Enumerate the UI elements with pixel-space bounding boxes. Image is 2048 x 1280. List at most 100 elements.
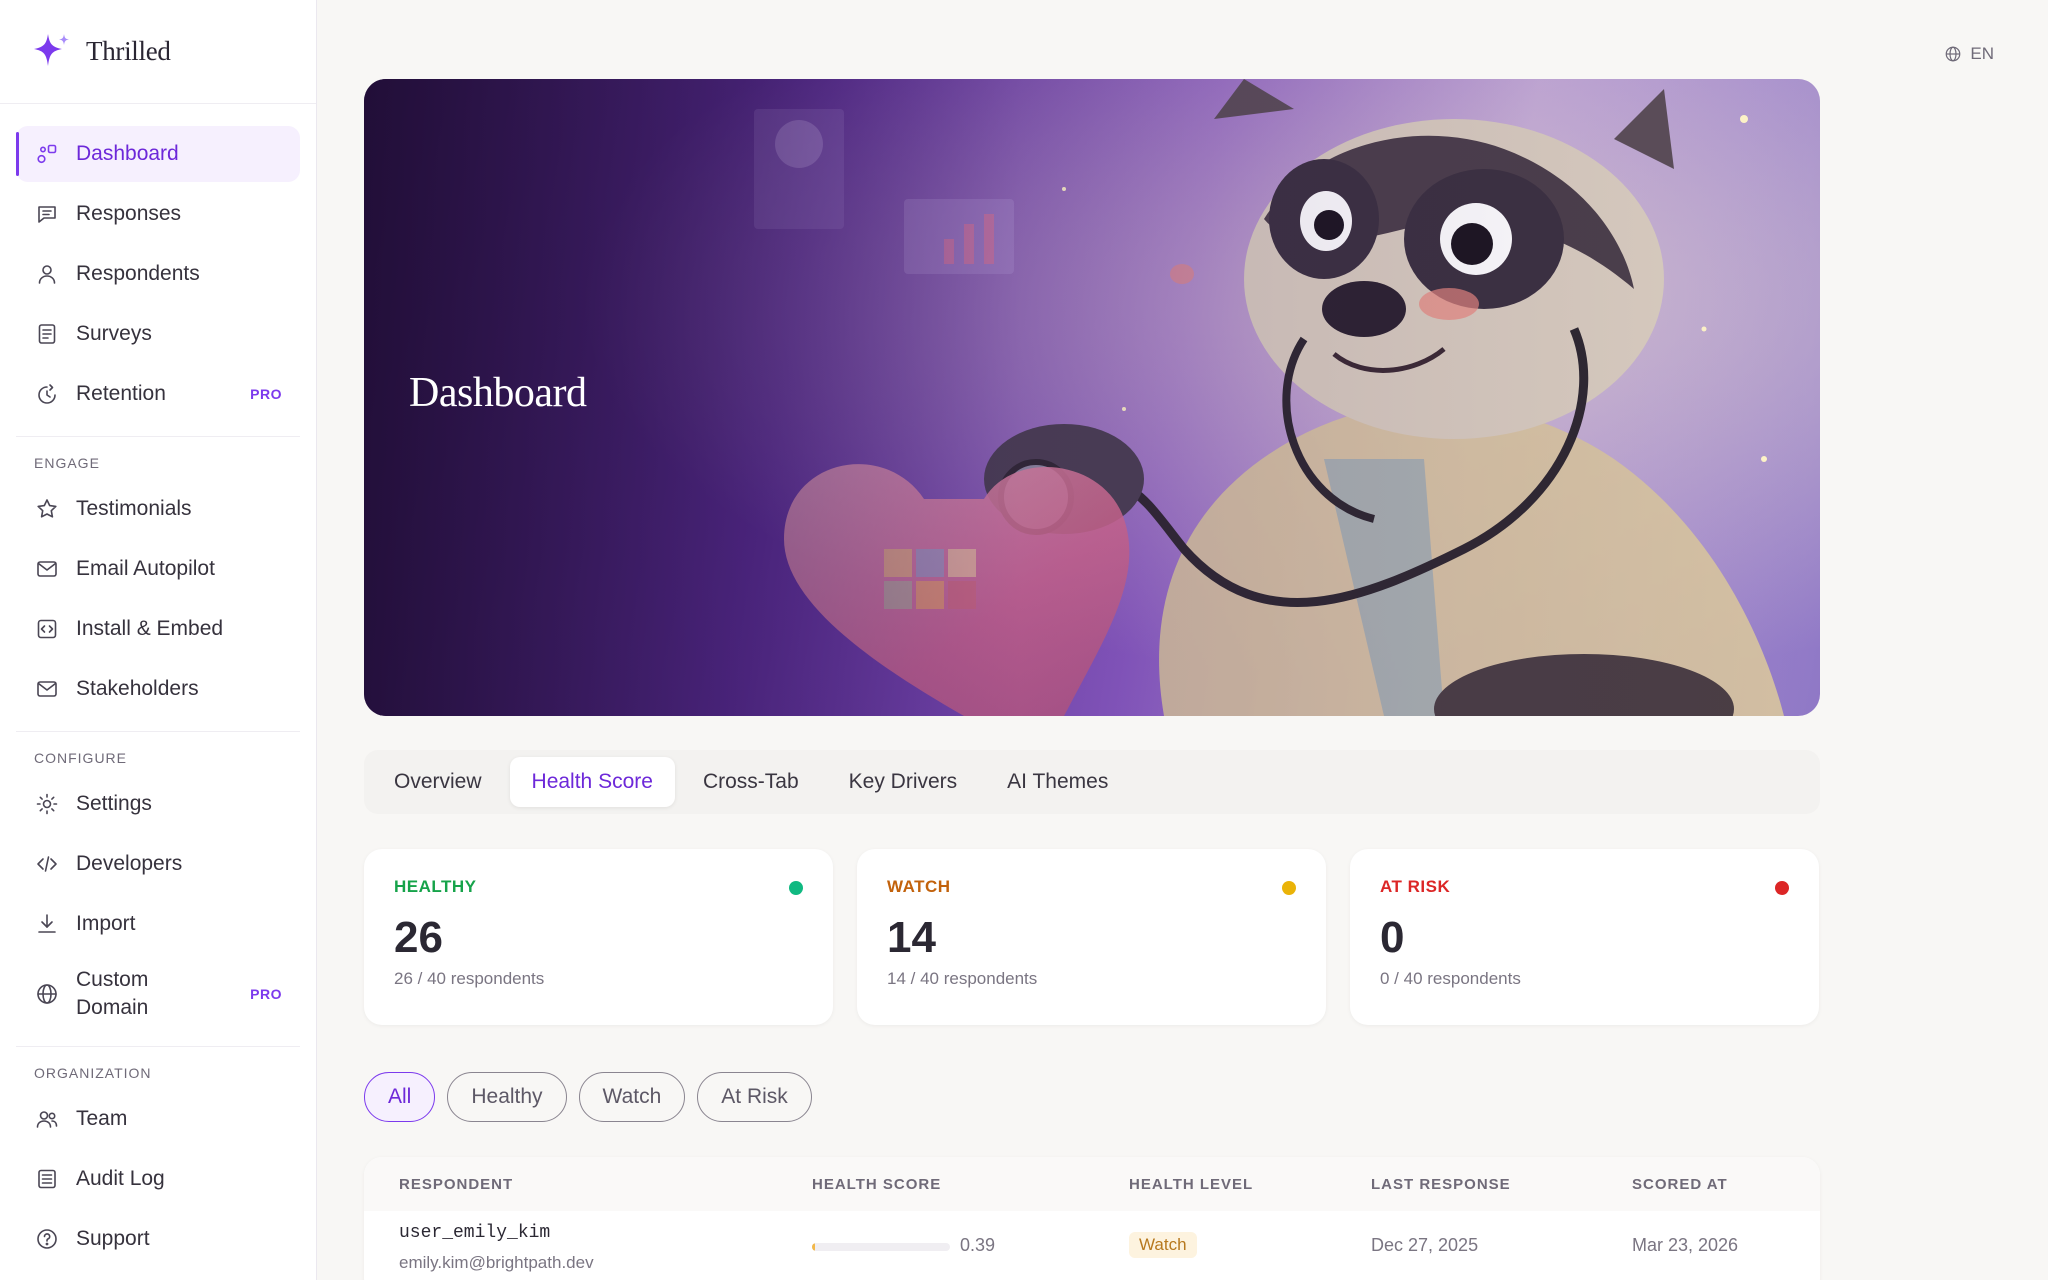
sidebar-item-label: Audit Log (76, 1167, 165, 1190)
status-dot (1282, 881, 1296, 895)
sidebar-item-support[interactable]: Support (16, 1211, 300, 1267)
tab-cross-tab[interactable]: Cross-Tab (681, 757, 821, 807)
sidebar-item-label: Email Autopilot (76, 557, 215, 580)
sidebar-item-respondents[interactable]: Respondents (16, 246, 300, 302)
column-header[interactable]: HEALTH SCORE (812, 1176, 941, 1193)
sidebar-item-label: Respondents (76, 262, 200, 285)
sidebar-item-import[interactable]: Import (16, 896, 300, 952)
sidebar-nav: Dashboard Responses Respondents Surveys … (0, 104, 316, 1267)
sidebar-item-label: Surveys (76, 322, 152, 345)
sidebar-item-label: Developers (76, 852, 183, 875)
section-label-organization: ORGANIZATION (34, 1065, 152, 1081)
health-score-bar (812, 1243, 950, 1251)
sidebar-item-developers[interactable]: Developers (16, 836, 300, 892)
sidebar-item-audit-log[interactable]: Audit Log (16, 1151, 300, 1207)
card-at-risk: AT RISK 0 0 / 40 respondents (1350, 849, 1819, 1025)
status-dot (789, 881, 803, 895)
code-box-icon (34, 616, 60, 642)
sidebar-item-dashboard[interactable]: Dashboard (16, 126, 300, 182)
divider (16, 436, 300, 437)
tab-health-score[interactable]: Health Score (509, 757, 675, 807)
download-icon (34, 911, 60, 937)
sidebar-item-stakeholders[interactable]: Stakeholders (16, 661, 300, 717)
document-icon (34, 321, 60, 347)
pro-badge: PRO (250, 386, 282, 402)
sidebar-item-label: Support (76, 1227, 150, 1250)
section-label-configure: CONFIGURE (34, 750, 127, 766)
card-value: 14 (887, 913, 936, 962)
sidebar-item-custom-domain[interactable]: Custom Domain PRO (16, 956, 300, 1032)
language-code: EN (1970, 44, 1994, 63)
sidebar-item-retention[interactable]: Retention PRO (16, 366, 300, 422)
dashboard-tabs: Overview Health Score Cross-Tab Key Driv… (364, 750, 1820, 814)
health-level-badge: Watch (1129, 1232, 1197, 1258)
column-header[interactable]: RESPONDENT (399, 1176, 513, 1193)
filter-all[interactable]: All (364, 1072, 436, 1122)
health-summary-cards: HEALTHY 26 26 / 40 respondents WATCH 14 … (364, 849, 1820, 1025)
health-score-table: RESPONDENT HEALTH SCORE HEALTH LEVEL LAS… (364, 1157, 1820, 1280)
sidebar-item-label: Install & Embed (76, 617, 224, 640)
hero-title: Dashboard (409, 370, 587, 416)
card-value: 0 (1380, 913, 1405, 962)
star-icon (34, 496, 60, 522)
sidebar-item-email-autopilot[interactable]: Email Autopilot (16, 541, 300, 597)
sidebar-item-label: Import (76, 912, 136, 935)
card-watch: WATCH 14 14 / 40 respondents (857, 849, 1326, 1025)
sidebar-item-team[interactable]: Team (16, 1091, 300, 1147)
mail-icon (34, 676, 60, 702)
sidebar-item-label: Settings (76, 792, 152, 815)
column-header[interactable]: SCORED AT (1632, 1176, 1728, 1193)
sidebar-item-testimonials[interactable]: Testimonials (16, 481, 300, 537)
sidebar: Thrilled Dashboard Responses Respondents… (0, 0, 317, 1280)
filter-healthy[interactable]: Healthy (447, 1072, 567, 1122)
sidebar-item-install-embed[interactable]: Install & Embed (16, 601, 300, 657)
divider (16, 1046, 300, 1047)
pro-badge: PRO (250, 986, 282, 1002)
column-header[interactable]: HEALTH LEVEL (1129, 1176, 1253, 1193)
chat-icon (34, 201, 60, 227)
respondent-id[interactable]: user_emily_kim (399, 1223, 550, 1243)
sidebar-item-label: Stakeholders (76, 677, 199, 700)
help-icon (34, 1226, 60, 1252)
globe-icon (34, 981, 60, 1007)
health-filter-group: All Healthy Watch At Risk (364, 1072, 812, 1122)
status-dot (1775, 881, 1789, 895)
user-icon (34, 261, 60, 287)
sidebar-item-settings[interactable]: Settings (16, 776, 300, 832)
card-subtext: 26 / 40 respondents (394, 969, 545, 988)
log-icon (34, 1166, 60, 1192)
card-healthy: HEALTHY 26 26 / 40 respondents (364, 849, 833, 1025)
brand[interactable]: Thrilled (0, 0, 316, 104)
sidebar-item-label: Retention (76, 382, 166, 405)
table-row[interactable]: user_emily_kim emily.kim@brightpath.dev … (364, 1211, 1820, 1280)
language-selector[interactable]: EN (1944, 44, 1994, 64)
globe-icon (1946, 46, 1961, 62)
health-score-bar-fill (812, 1243, 815, 1251)
tab-overview[interactable]: Overview (372, 757, 504, 807)
code-icon (34, 851, 60, 877)
sidebar-item-responses[interactable]: Responses (16, 186, 300, 242)
gear-icon (34, 791, 60, 817)
card-label: WATCH (887, 877, 951, 896)
tab-ai-themes[interactable]: AI Themes (985, 757, 1130, 807)
sidebar-item-label: Custom Domain (76, 968, 149, 1019)
sidebar-item-surveys[interactable]: Surveys (16, 306, 300, 362)
card-label: HEALTHY (394, 877, 477, 896)
respondent-email: emily.kim@brightpath.dev (399, 1253, 594, 1272)
sidebar-item-label: Team (76, 1107, 128, 1130)
sidebar-item-label: Dashboard (76, 142, 179, 165)
retention-icon (34, 381, 60, 407)
sidebar-item-label: Responses (76, 202, 182, 225)
tab-key-drivers[interactable]: Key Drivers (827, 757, 980, 807)
card-label: AT RISK (1380, 877, 1451, 896)
health-score-value: 0.39 (960, 1235, 996, 1255)
section-label-engage: ENGAGE (34, 455, 100, 471)
mail-icon (34, 556, 60, 582)
filter-watch[interactable]: Watch (578, 1072, 686, 1122)
filter-at-risk[interactable]: At Risk (697, 1072, 812, 1122)
dashboard-icon (34, 141, 60, 167)
card-subtext: 14 / 40 respondents (887, 969, 1038, 988)
card-value: 26 (394, 913, 443, 962)
scored-at-date: Mar 23, 2026 (1632, 1235, 1739, 1255)
column-header[interactable]: LAST RESPONSE (1371, 1176, 1511, 1193)
